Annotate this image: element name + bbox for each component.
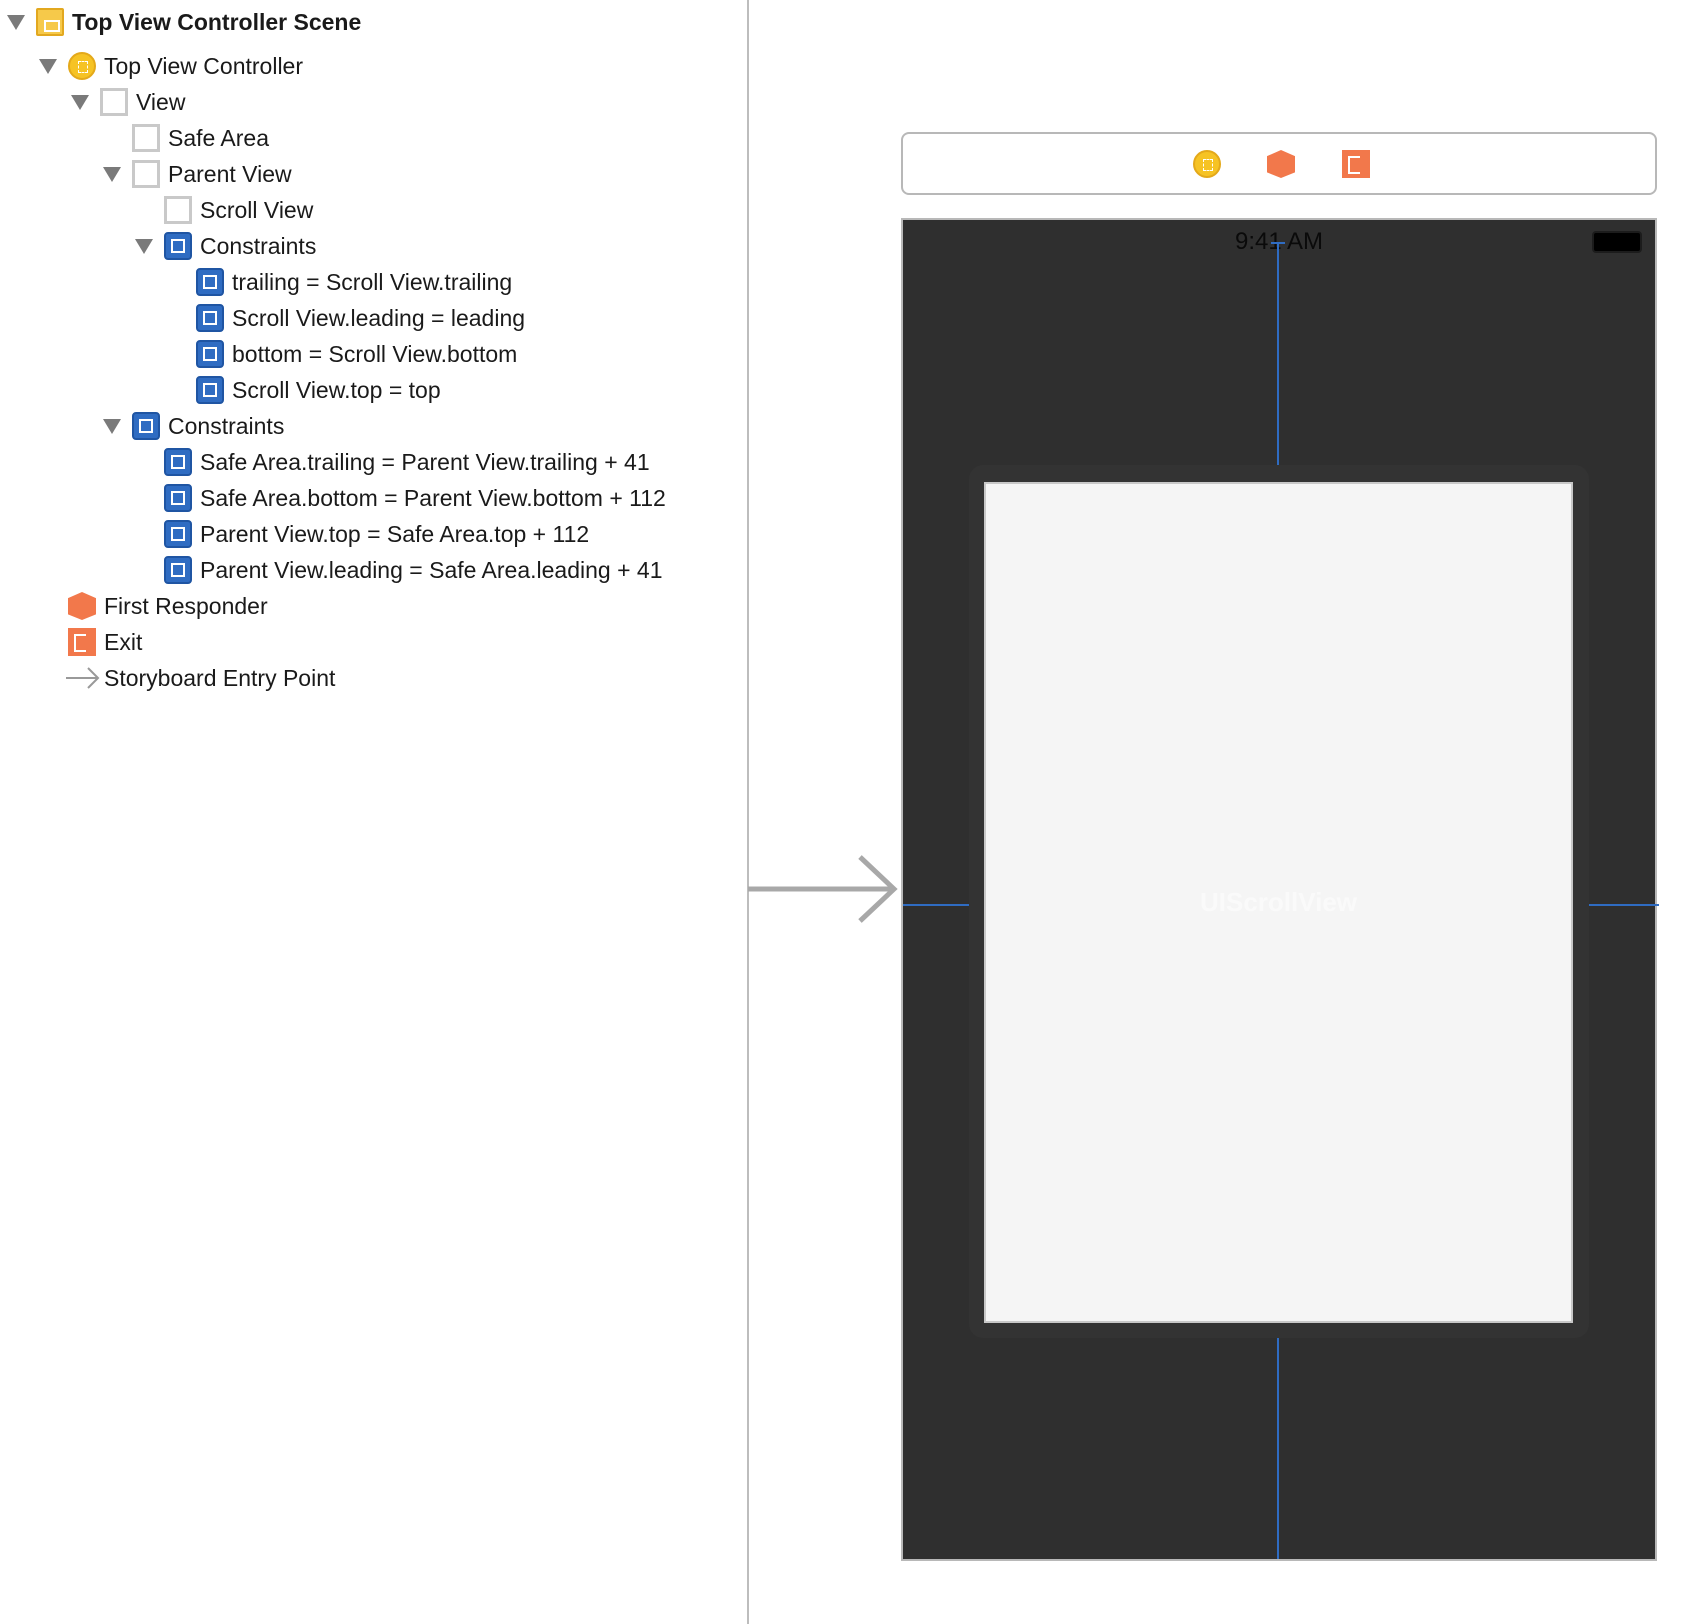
- outline-row[interactable]: Top View Controller Scene: [0, 4, 740, 40]
- outline-row[interactable]: Storyboard Entry Point: [0, 660, 740, 696]
- outline-row[interactable]: Scroll View: [0, 192, 740, 228]
- pane-divider[interactable]: [747, 0, 749, 1624]
- constraint-leading-icon: [164, 556, 192, 584]
- disclosure-triangle-icon[interactable]: [39, 59, 57, 74]
- outline-row-label: First Responder: [104, 592, 268, 619]
- disclosure-triangle-icon[interactable]: [103, 419, 121, 434]
- disclosure-triangle-icon[interactable]: [71, 95, 89, 110]
- outline-row-label: Parent View.top = Safe Area.top + 112: [200, 520, 590, 547]
- outline-row-label: Exit: [104, 628, 143, 655]
- outline-row-label: Constraints: [200, 232, 317, 259]
- constraint-top-icon: [164, 520, 192, 548]
- outline-row[interactable]: Exit: [0, 624, 740, 660]
- constraints-icon: [132, 412, 160, 440]
- constraint-top-line[interactable]: [1277, 242, 1279, 482]
- outline-row[interactable]: Parent View.leading = Safe Area.leading …: [0, 552, 740, 588]
- view-controller-icon[interactable]: [1193, 150, 1221, 178]
- constraint-bottom-icon: [164, 484, 192, 512]
- outline-row-label: bottom = Scroll View.bottom: [232, 340, 518, 367]
- outline-row-label: Safe Area.trailing = Parent View.trailin…: [200, 448, 650, 475]
- scroll-view[interactable]: UIScrollView: [984, 482, 1573, 1323]
- first-responder-icon: [68, 592, 96, 620]
- safe-area-icon: [132, 124, 160, 152]
- constraint-top-cap: [1271, 242, 1285, 244]
- outline-row[interactable]: Scroll View.leading = leading: [0, 300, 740, 336]
- outline-row[interactable]: Safe Area.bottom = Parent View.bottom + …: [0, 480, 740, 516]
- outline-row[interactable]: Parent View.top = Safe Area.top + 112: [0, 516, 740, 552]
- constraint-top-icon: [196, 376, 224, 404]
- first-responder-icon[interactable]: [1267, 150, 1295, 178]
- outline-row-label: trailing = Scroll View.trailing: [232, 268, 513, 295]
- constraints-icon: [164, 232, 192, 260]
- battery-icon: [1592, 231, 1642, 253]
- outline-row-label: Scroll View.top = top: [232, 376, 441, 403]
- exit-icon[interactable]: [1342, 150, 1370, 178]
- outline-row-label: Safe Area.bottom = Parent View.bottom + …: [200, 484, 666, 511]
- constraint-leading-icon: [196, 304, 224, 332]
- view-icon: [100, 88, 128, 116]
- outline-row-label: Safe Area: [168, 124, 270, 151]
- outline-row[interactable]: Constraints: [0, 408, 740, 444]
- disclosure-triangle-icon[interactable]: [135, 239, 153, 254]
- view-controller-icon: [68, 52, 96, 80]
- constraint-trailing-icon: [164, 448, 192, 476]
- outline-row[interactable]: First Responder: [0, 588, 740, 624]
- constraint-trailing-icon: [196, 268, 224, 296]
- outline-row[interactable]: Top View Controller: [0, 48, 740, 84]
- outline-row-label: Top View Controller: [104, 52, 304, 79]
- outline-row[interactable]: View: [0, 84, 740, 120]
- outline-row-label: Scroll View: [200, 196, 314, 223]
- outline-row[interactable]: Scroll View.top = top: [0, 372, 740, 408]
- outline-row[interactable]: Safe Area.trailing = Parent View.trailin…: [0, 444, 740, 480]
- entry-arrow-icon: [66, 667, 100, 689]
- outline-row-label: Top View Controller Scene: [72, 8, 362, 35]
- scene-icon: [36, 8, 64, 36]
- outline-row[interactable]: trailing = Scroll View.trailing: [0, 264, 740, 300]
- scroll-view-icon: [164, 196, 192, 224]
- outline-row-label: Storyboard Entry Point: [104, 664, 336, 691]
- scene-dock: [901, 132, 1657, 195]
- scroll-view-label: UIScrollView: [1199, 887, 1358, 917]
- outline-row-label: Constraints: [168, 412, 285, 439]
- disclosure-triangle-icon[interactable]: [103, 167, 121, 182]
- storyboard-entry-arrow[interactable]: [748, 855, 900, 925]
- outline-row[interactable]: Constraints: [0, 228, 740, 264]
- outline-row[interactable]: Parent View: [0, 156, 740, 192]
- view-icon: [132, 160, 160, 188]
- outline-row[interactable]: Safe Area: [0, 120, 740, 156]
- constraint-bottom-line[interactable]: [1277, 1323, 1279, 1559]
- outline-row-label: Scroll View.leading = leading: [232, 304, 526, 331]
- disclosure-triangle-icon[interactable]: [7, 15, 25, 30]
- outline-row-label: View: [136, 88, 186, 115]
- outline-row-label: Parent View: [168, 160, 292, 187]
- document-outline: Top View Controller Scene Top View Contro…: [0, 0, 748, 1624]
- outline-row-label: Parent View.leading = Safe Area.leading …: [200, 556, 663, 583]
- outline-row[interactable]: bottom = Scroll View.bottom: [0, 336, 740, 372]
- constraint-bottom-icon: [196, 340, 224, 368]
- view-controller-canvas[interactable]: 9:41 AM UIScrollView: [901, 218, 1659, 1561]
- exit-icon: [68, 628, 96, 656]
